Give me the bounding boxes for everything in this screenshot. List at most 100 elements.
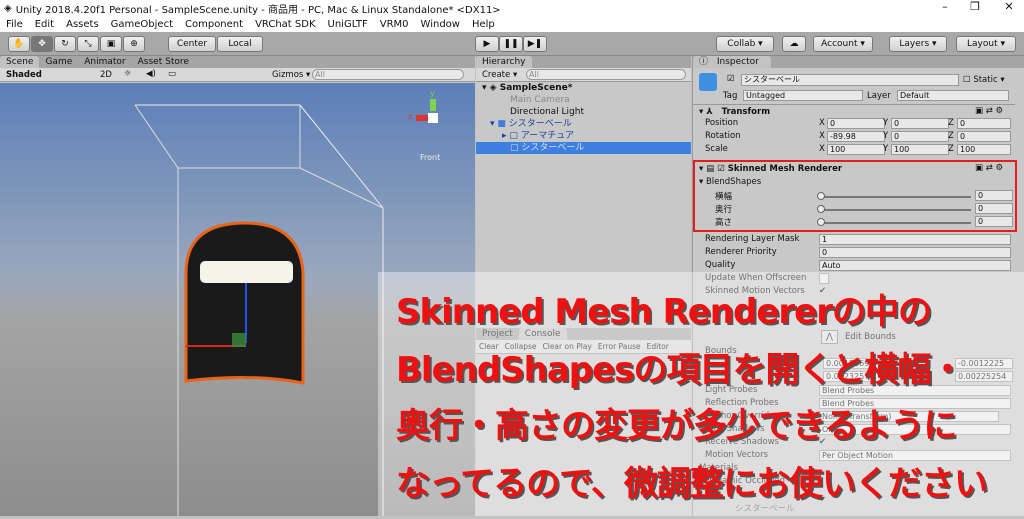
light-probes-dropdown[interactable]: Blend Probes bbox=[819, 385, 1011, 396]
smr-header[interactable]: ▾ ▤ ☑ Skinned Mesh Renderer bbox=[699, 164, 842, 174]
2d-toggle[interactable]: 2D bbox=[100, 70, 112, 80]
rotation-z[interactable]: 0 bbox=[957, 131, 1011, 142]
rendering-layer-mask[interactable]: 1 bbox=[819, 234, 1011, 245]
move-tool-icon[interactable]: ✥ bbox=[31, 36, 53, 52]
clear-button[interactable]: Clear bbox=[476, 340, 502, 353]
transform-tool-icon[interactable]: ⊕ bbox=[123, 36, 145, 52]
component-icons[interactable]: ▣ ⇄ ⚙ bbox=[975, 106, 1003, 116]
effects-icon[interactable]: ▭ bbox=[168, 69, 176, 79]
slider-knob[interactable] bbox=[817, 192, 825, 200]
collapse-button[interactable]: Collapse bbox=[502, 340, 540, 353]
minimize-button[interactable]: – bbox=[930, 0, 960, 13]
bounds-extent-z[interactable]: 0.00225254 bbox=[955, 371, 1013, 382]
blendshape-value[interactable]: 0 bbox=[975, 216, 1013, 227]
skinned-motion-vectors-checkbox[interactable]: ✔ bbox=[819, 286, 826, 296]
blendshape-value[interactable]: 0 bbox=[975, 203, 1013, 214]
rotation-y[interactable]: 0 bbox=[891, 131, 949, 142]
update-offscreen-checkbox[interactable] bbox=[819, 273, 829, 284]
scale-x[interactable]: 100 bbox=[827, 144, 885, 155]
collab-button[interactable]: Collab ▾ bbox=[716, 36, 774, 52]
menu-edit[interactable]: Edit bbox=[29, 19, 60, 30]
blendshape-slider[interactable] bbox=[821, 196, 971, 198]
audio-icon[interactable]: ◀) bbox=[146, 69, 156, 79]
editor-button[interactable]: Editor bbox=[644, 340, 672, 353]
bounds-center-z[interactable]: -0.0012225 bbox=[955, 358, 1013, 369]
maximize-button[interactable]: ❐ bbox=[960, 0, 990, 13]
menu-window[interactable]: Window bbox=[415, 19, 466, 30]
renderer-priority[interactable]: 0 bbox=[819, 247, 1011, 258]
position-z[interactable]: 0 bbox=[957, 118, 1011, 129]
menu-unigltf[interactable]: UniGLTF bbox=[322, 19, 374, 30]
rect-tool-icon[interactable]: ▣ bbox=[100, 36, 122, 52]
motion-vectors-dropdown[interactable]: Per Object Motion bbox=[819, 450, 1011, 461]
menu-help[interactable]: Help bbox=[466, 19, 501, 30]
hierarchy-item[interactable]: Main Camera bbox=[476, 94, 691, 106]
rotation-x[interactable]: -89.98 bbox=[827, 131, 885, 142]
clear-on-play-button[interactable]: Clear on Play bbox=[540, 340, 595, 353]
shading-mode-dropdown[interactable]: Shaded bbox=[6, 70, 42, 80]
bounds-center-x[interactable]: 0.0015869 bbox=[823, 358, 883, 369]
layout-button[interactable]: Layout ▾ bbox=[956, 36, 1016, 52]
menu-component[interactable]: Component bbox=[179, 19, 249, 30]
quality-dropdown[interactable]: Auto bbox=[819, 260, 1011, 271]
step-button[interactable]: ▶❚ bbox=[523, 36, 547, 52]
slider-knob[interactable] bbox=[817, 218, 825, 226]
layers-button[interactable]: Layers ▾ bbox=[889, 36, 947, 52]
layer-dropdown[interactable]: Default bbox=[897, 90, 1009, 101]
tab-console[interactable]: Console bbox=[518, 328, 567, 340]
hierarchy-item[interactable]: ▾ ■ シスターベール bbox=[476, 118, 691, 130]
pause-button[interactable]: ❚❚ bbox=[499, 36, 523, 52]
hierarchy-item[interactable]: ▸ ▢ アーマチュア bbox=[476, 130, 691, 142]
scale-y[interactable]: 100 bbox=[891, 144, 949, 155]
scale-tool-icon[interactable]: ⤡ bbox=[77, 36, 99, 52]
scene-search-input[interactable]: All bbox=[312, 69, 464, 80]
bounds-extent-x[interactable]: 0.0023257 bbox=[823, 371, 883, 382]
blendshapes-foldout[interactable]: ▾ BlendShapes bbox=[699, 177, 761, 187]
tab-scene[interactable]: Scene bbox=[0, 56, 40, 68]
tab-hierarchy[interactable]: Hierarchy bbox=[476, 56, 532, 68]
blendshape-value[interactable]: 0 bbox=[975, 190, 1013, 201]
gizmos-dropdown[interactable]: Gizmos ▾ bbox=[272, 70, 310, 80]
menu-gameobject[interactable]: GameObject bbox=[105, 19, 179, 30]
tag-dropdown[interactable]: Untagged bbox=[743, 90, 863, 101]
play-button[interactable]: ▶ bbox=[475, 36, 499, 52]
component-icons[interactable]: ▣ ⇄ ⚙ bbox=[975, 163, 1003, 173]
scene-viewport[interactable]: y x Front bbox=[0, 83, 475, 516]
close-button[interactable]: ✕ bbox=[994, 0, 1024, 13]
anchor-override-field[interactable]: None (Transform) bbox=[819, 411, 999, 422]
menu-assets[interactable]: Assets bbox=[60, 19, 105, 30]
receive-shadows-checkbox[interactable]: ✔ bbox=[819, 437, 826, 447]
lighting-icon[interactable]: ☼ bbox=[124, 69, 132, 79]
scene-root[interactable]: ▾ ◈ SampleScene* bbox=[476, 82, 691, 94]
transform-header[interactable]: ▾ ⅄ Transform bbox=[699, 107, 770, 117]
menu-vrm0[interactable]: VRM0 bbox=[374, 19, 415, 30]
cast-shadows-dropdown[interactable]: On bbox=[819, 424, 1011, 435]
tab-game[interactable]: Game bbox=[39, 56, 78, 68]
active-checkbox[interactable]: ☑ bbox=[727, 74, 735, 84]
create-dropdown[interactable]: Create ▾ bbox=[482, 70, 517, 80]
tab-animator[interactable]: Animator bbox=[78, 56, 131, 68]
account-button[interactable]: Account ▾ bbox=[813, 36, 873, 52]
materials-foldout[interactable]: Materials bbox=[699, 463, 738, 473]
edit-bounds-icon[interactable]: ⋀ bbox=[821, 330, 838, 344]
static-checkbox[interactable]: ☐ Static ▾ bbox=[963, 75, 1005, 85]
menu-file[interactable]: File bbox=[0, 19, 29, 30]
position-y[interactable]: 0 bbox=[891, 118, 949, 129]
reflection-probes-dropdown[interactable]: Blend Probes bbox=[819, 398, 1011, 409]
error-pause-button[interactable]: Error Pause bbox=[595, 340, 644, 353]
slider-knob[interactable] bbox=[817, 205, 825, 213]
tab-asset-store[interactable]: Asset Store bbox=[132, 56, 195, 68]
pivot-local-button[interactable]: Local bbox=[217, 36, 263, 52]
pivot-center-button[interactable]: Center bbox=[168, 36, 216, 52]
scale-z[interactable]: 100 bbox=[957, 144, 1011, 155]
hierarchy-search-input[interactable]: All bbox=[526, 69, 686, 80]
blendshape-slider[interactable] bbox=[821, 222, 971, 224]
object-name-input[interactable]: シスターベール bbox=[741, 74, 959, 86]
position-x[interactable]: 0 bbox=[827, 118, 885, 129]
hierarchy-item[interactable]: Directional Light bbox=[476, 106, 691, 118]
tab-inspector[interactable]: ⓘ Inspector bbox=[693, 56, 771, 68]
hand-tool-icon[interactable]: ✋ bbox=[8, 36, 30, 52]
rotate-tool-icon[interactable]: ↻ bbox=[54, 36, 76, 52]
hierarchy-item-selected[interactable]: ▢ シスターベール bbox=[476, 142, 691, 154]
menu-vrchat-sdk[interactable]: VRChat SDK bbox=[249, 19, 321, 30]
